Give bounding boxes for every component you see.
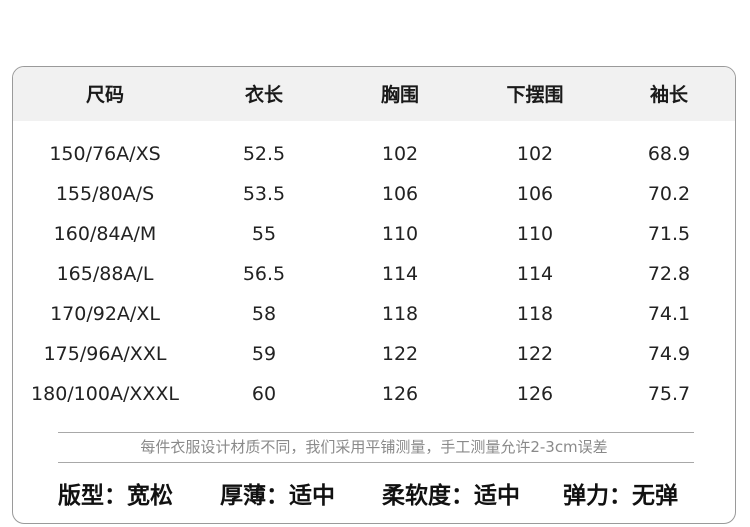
measurement-note: 每件衣服设计材质不同，我们采用平铺测量，手工测量允许2-3cm误差 [140, 438, 608, 456]
size-chart-card: 尺码 衣长 胸围 下摆围 袖长 150/76A/XS 52.5 102 102 … [12, 66, 736, 524]
cell-sleeve: 70.2 [647, 183, 691, 205]
header-chest: 胸围 [380, 84, 420, 106]
cell-hem: 122 [516, 343, 554, 365]
table-header: 尺码 衣长 胸围 下摆围 袖长 [13, 67, 735, 121]
cell-chest: 110 [381, 223, 419, 245]
cell-size: 160/84A/M [53, 223, 157, 245]
cell-sleeve: 72.8 [647, 263, 691, 285]
cell-length: 60 [251, 383, 277, 405]
table-row: 155/80A/S 53.5 106 106 70.2 [13, 179, 735, 209]
cell-size: 180/100A/XXXL [31, 383, 179, 405]
header-length: 衣长 [244, 84, 284, 106]
cell-hem: 106 [516, 183, 554, 205]
table-row: 150/76A/XS 52.5 102 102 68.9 [13, 139, 735, 169]
cell-chest: 106 [381, 183, 419, 205]
cell-length: 53.5 [242, 183, 286, 205]
header-sleeve: 袖长 [649, 84, 689, 106]
table-row: 175/96A/XXL 59 122 122 74.9 [13, 339, 735, 369]
cell-sleeve: 71.5 [647, 223, 691, 245]
attr-elasticity: 弹力：无弹 [563, 483, 678, 509]
cell-chest: 102 [381, 143, 419, 165]
table-row: 170/92A/XL 58 118 118 74.1 [13, 299, 735, 329]
cell-hem: 114 [516, 263, 554, 285]
header-hem: 下摆围 [506, 84, 564, 106]
cell-size: 165/88A/L [56, 263, 154, 285]
attr-fit: 版型：宽松 [58, 483, 173, 509]
cell-hem: 126 [516, 383, 554, 405]
cell-hem: 110 [516, 223, 554, 245]
cell-length: 59 [251, 343, 277, 365]
cell-sleeve: 75.7 [647, 383, 691, 405]
header-size: 尺码 [85, 84, 125, 106]
cell-chest: 118 [381, 303, 419, 325]
cell-sleeve: 68.9 [647, 143, 691, 165]
cell-hem: 118 [516, 303, 554, 325]
cell-chest: 122 [381, 343, 419, 365]
table-row: 160/84A/M 55 110 110 71.5 [13, 219, 735, 249]
cell-sleeve: 74.1 [647, 303, 691, 325]
cell-length: 58 [251, 303, 277, 325]
cell-hem: 102 [516, 143, 554, 165]
cell-length: 55 [251, 223, 277, 245]
cell-size: 175/96A/XXL [43, 343, 167, 365]
table-row: 180/100A/XXXL 60 126 126 75.7 [13, 379, 735, 409]
cell-sleeve: 74.9 [647, 343, 691, 365]
cell-size: 150/76A/XS [49, 143, 161, 165]
table-row: 165/88A/L 56.5 114 114 72.8 [13, 259, 735, 289]
cell-size: 170/92A/XL [50, 303, 160, 325]
cell-chest: 126 [381, 383, 419, 405]
divider-top [58, 432, 694, 433]
cell-size: 155/80A/S [55, 183, 155, 205]
cell-chest: 114 [381, 263, 419, 285]
divider-bottom [58, 462, 694, 463]
cell-length: 52.5 [242, 143, 286, 165]
cell-length: 56.5 [242, 263, 286, 285]
attr-thickness: 厚薄：适中 [220, 483, 335, 509]
attr-softness: 柔软度：适中 [382, 483, 520, 509]
